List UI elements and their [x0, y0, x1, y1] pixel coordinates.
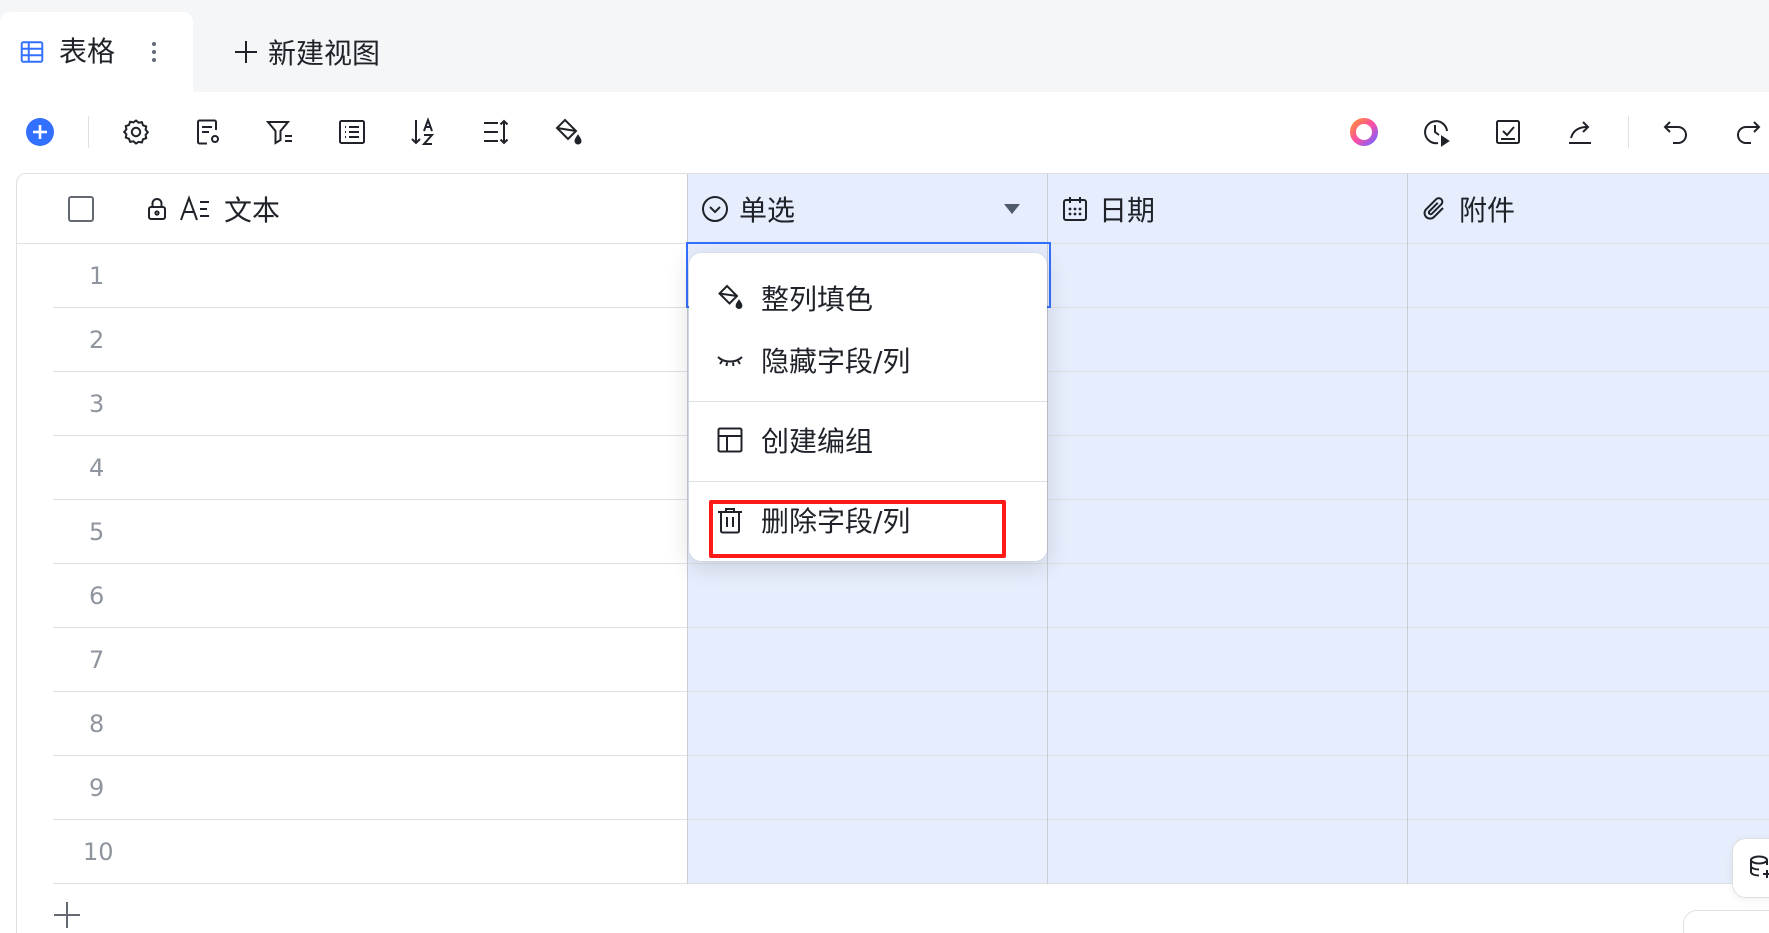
calendar-icon	[1063, 197, 1087, 221]
column-header-text[interactable]: 文本	[17, 174, 687, 244]
sort-az-icon	[411, 117, 435, 145]
form-settings-icon	[197, 119, 219, 145]
column-header-label: 日期	[1099, 193, 1156, 227]
column-header-label: 附件	[1459, 193, 1516, 227]
lock-icon	[148, 198, 166, 220]
menu-divider	[689, 481, 1047, 482]
select-all-checkbox[interactable]	[67, 195, 95, 223]
new-view-label: 新建视图	[268, 37, 381, 70]
group-button[interactable]	[334, 114, 370, 150]
row-height-button[interactable]	[478, 114, 514, 150]
share-button[interactable]	[1562, 114, 1598, 150]
plus-icon	[235, 41, 257, 63]
menu-item-create-group[interactable]: 创建编组	[689, 409, 1047, 471]
toolbar-divider	[1628, 116, 1629, 148]
menu-item-label: 整列填色	[761, 283, 874, 316]
list-icon	[339, 120, 365, 144]
plus-circle-icon	[26, 118, 54, 146]
table-grid-icon	[20, 41, 44, 63]
row-number: 1	[89, 262, 105, 290]
row-number: 7	[89, 646, 105, 674]
column-header-label: 单选	[739, 193, 796, 227]
paint-bucket-icon	[555, 118, 582, 145]
sort-button[interactable]	[406, 114, 442, 150]
eye-closed-icon	[717, 356, 743, 367]
paint-bucket-icon	[718, 284, 743, 309]
menu-item-delete-field[interactable]: 删除字段/列	[689, 489, 1047, 551]
toolbar-divider	[88, 116, 89, 148]
new-view-button[interactable]: 新建视图	[232, 34, 380, 70]
menu-item-label: 隐藏字段/列	[761, 345, 911, 378]
paperclip-icon	[1423, 197, 1444, 220]
table-row[interactable]: 9	[53, 756, 1769, 820]
table-row[interactable]: 6	[53, 564, 1769, 628]
row-number: 9	[89, 774, 105, 802]
share-icon	[1569, 121, 1591, 144]
add-record-button[interactable]	[22, 114, 58, 150]
database-icon	[1750, 855, 1769, 878]
menu-item-fill-column[interactable]: 整列填色	[689, 267, 1047, 329]
row-number: 8	[89, 710, 105, 738]
redo-icon	[1737, 121, 1761, 144]
toolbar	[0, 92, 1769, 174]
row-number: 3	[89, 390, 105, 418]
history-button[interactable]	[1418, 114, 1454, 150]
select-chevron-circle-icon	[702, 196, 728, 222]
column-header-label: 文本	[224, 193, 281, 227]
undo-button[interactable]	[1658, 114, 1694, 150]
menu-item-hide-field[interactable]: 隐藏字段/列	[689, 329, 1047, 391]
floating-data-button[interactable]	[1732, 838, 1769, 898]
redo-button[interactable]	[1730, 114, 1766, 150]
column-header-single-select[interactable]: 单选	[687, 174, 1047, 244]
filter-icon	[265, 121, 292, 145]
caret-down-icon[interactable]	[1003, 203, 1021, 215]
column-header-date[interactable]: 日期	[1047, 174, 1407, 244]
column-header-attachment[interactable]: 附件	[1407, 174, 1769, 244]
undo-icon	[1663, 121, 1687, 144]
tab-table-view[interactable]: 表格	[0, 12, 193, 92]
menu-item-label: 删除字段/列	[761, 505, 911, 538]
clock-history-icon	[1424, 120, 1450, 147]
menu-item-label: 创建编组	[761, 425, 874, 458]
view-tab-bar: 表格 新建视图	[0, 0, 1769, 92]
table-row[interactable]: 8	[53, 692, 1769, 756]
task-button[interactable]	[1490, 114, 1526, 150]
row-number: 6	[89, 582, 105, 610]
menu-divider	[689, 401, 1047, 402]
add-row-plus-icon[interactable]	[52, 900, 82, 930]
floating-help-button[interactable]	[1683, 910, 1769, 933]
tab-label: 表格	[59, 35, 116, 68]
row-number: 4	[89, 454, 105, 482]
row-number: 5	[89, 518, 105, 546]
layout-icon	[717, 427, 743, 453]
column-divider	[1407, 174, 1408, 884]
row-height-icon	[484, 119, 509, 145]
checkbox-task-icon	[1496, 120, 1520, 144]
column-context-menu: 整列填色 隐藏字段/列 创建编组 删除字段/列	[689, 253, 1047, 561]
table-row[interactable]: 10	[53, 820, 1769, 884]
filter-button[interactable]	[262, 114, 298, 150]
gear-icon	[122, 119, 150, 145]
row-number: 10	[83, 838, 114, 866]
table-row[interactable]: 7	[53, 628, 1769, 692]
row-number: 2	[89, 326, 105, 354]
text-field-icon	[180, 195, 209, 221]
fill-color-button[interactable]	[550, 114, 586, 150]
trash-icon	[718, 508, 742, 534]
settings-button[interactable]	[118, 114, 154, 150]
ai-ring-icon	[1350, 118, 1378, 146]
ai-assistant-button[interactable]	[1346, 114, 1382, 150]
field-settings-button[interactable]	[190, 114, 226, 150]
more-vertical-icon[interactable]	[147, 38, 161, 66]
